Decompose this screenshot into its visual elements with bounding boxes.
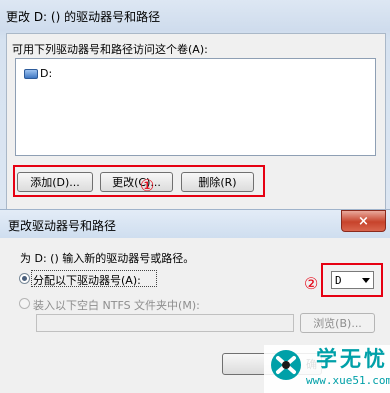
close-button[interactable]: × [341, 210, 386, 232]
mount-folder-radio[interactable] [19, 298, 30, 309]
annotation-highlight-2 [321, 263, 383, 297]
close-icon: × [358, 213, 369, 229]
drive-path-list[interactable]: D: [15, 58, 376, 156]
assign-letter-label[interactable]: 分配以下驱动器号(A): [33, 272, 141, 288]
watermark-brand: 学无忧 [316, 347, 388, 371]
dialog-title: 更改 D: () 的驱动器号和路径 [6, 10, 161, 24]
dialog-title: 更改驱动器号和路径 [8, 219, 117, 233]
assign-letter-radio[interactable] [19, 273, 30, 284]
dialog-prompt: 为 D: () 输入新的驱动器号或路径。 [20, 252, 195, 265]
folder-path-input[interactable] [36, 314, 294, 332]
mount-folder-label[interactable]: 装入以下空白 NTFS 文件夹中(M): [33, 297, 200, 313]
annotation-number-2: ② [304, 274, 319, 293]
xue51-logo-icon [271, 350, 301, 380]
list-item[interactable]: D: [24, 67, 52, 80]
drive-icon [24, 68, 38, 79]
list-label: 可用下列驱动器号和路径访问这个卷(A): [12, 43, 208, 56]
annotation-number-1: ① [140, 176, 155, 195]
list-item-label: D: [40, 67, 53, 80]
annotation-highlight-1 [13, 165, 265, 197]
watermark-url: www.xue51.com [306, 374, 390, 387]
browse-button[interactable]: 浏览(B)... [300, 313, 375, 333]
